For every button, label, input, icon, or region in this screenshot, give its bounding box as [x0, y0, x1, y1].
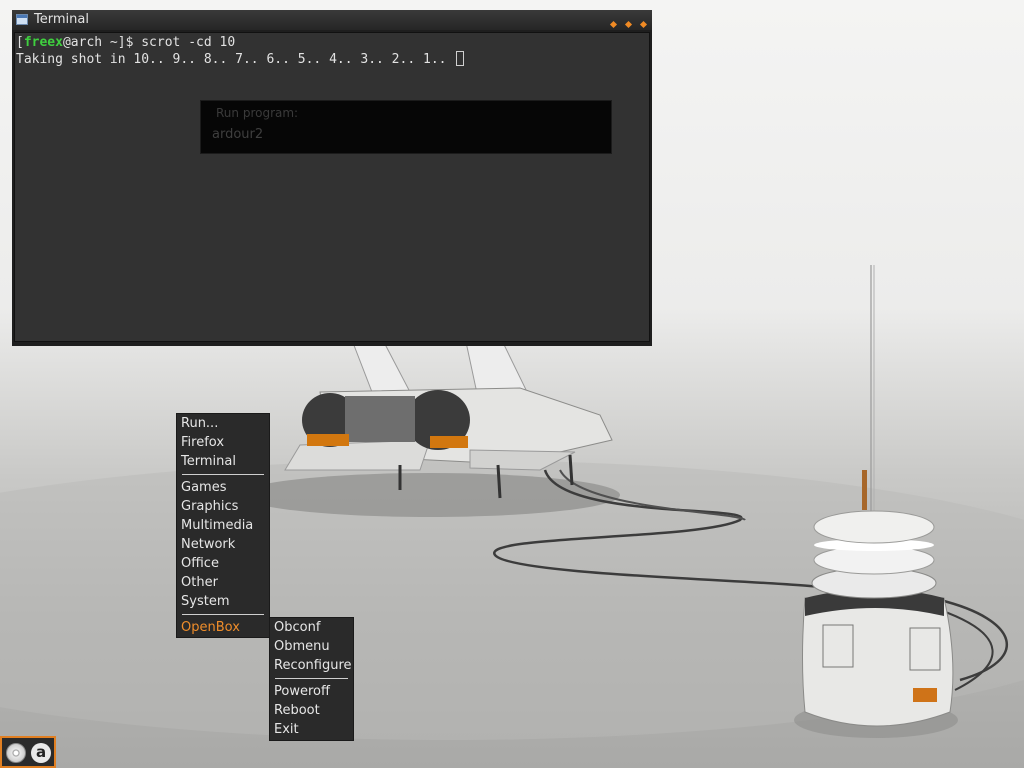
menu-item-graphics[interactable]: Graphics	[181, 497, 238, 516]
menu-item-games[interactable]: Games	[181, 478, 226, 497]
maximize-button[interactable]	[624, 20, 633, 29]
desktop[interactable]: Terminal [freex@arch ~]$ scrot -cd 10 Ta…	[0, 0, 1024, 768]
menu-item-poweroff[interactable]: Poweroff	[274, 682, 330, 701]
close-button[interactable]	[639, 20, 648, 29]
menu-item-reboot[interactable]: Reboot	[274, 701, 320, 720]
menu-item-terminal[interactable]: Terminal	[181, 452, 236, 471]
run-program-label: Run program:	[216, 106, 299, 120]
prompt-command: @arch ~]$ scrot -cd 10	[62, 35, 236, 50]
menu-item-firefox[interactable]: Firefox	[181, 433, 224, 452]
menu-separator	[182, 614, 264, 615]
menu-item-openbox[interactable]: OpenBox	[181, 618, 240, 637]
prompt-user: freex	[23, 35, 63, 50]
terminal-titlebar[interactable]: Terminal	[12, 10, 652, 30]
text-cursor	[456, 51, 465, 66]
menu-separator	[275, 678, 348, 679]
menu-item-reconfigure[interactable]: Reconfigure	[274, 656, 352, 675]
menu-item-multimedia[interactable]: Multimedia	[181, 516, 253, 535]
openbox-submenu: Obconf Obmenu Reconfigure Poweroff Reboo…	[269, 617, 354, 741]
dock: a	[0, 736, 56, 768]
openbox-root-menu: Run... Firefox Terminal Games Graphics M…	[176, 413, 270, 638]
command-line: [freex@arch ~]$ scrot -cd 10	[16, 34, 649, 51]
prompt-bracket: [	[16, 35, 24, 50]
disc-icon[interactable]	[6, 743, 26, 763]
arch-linux-icon[interactable]: a	[31, 743, 51, 763]
window-controls	[601, 14, 648, 29]
menu-item-exit[interactable]: Exit	[274, 720, 299, 739]
menu-item-obmenu[interactable]: Obmenu	[274, 637, 330, 656]
window-title: Terminal	[34, 12, 89, 27]
countdown-text: Taking shot in 10.. 9.. 8.. 7.. 6.. 5.. …	[16, 52, 455, 67]
menu-item-run[interactable]: Run...	[181, 414, 218, 433]
output-line: Taking shot in 10.. 9.. 8.. 7.. 6.. 5.. …	[16, 51, 649, 68]
menu-item-network[interactable]: Network	[181, 535, 235, 554]
menu-item-other[interactable]: Other	[181, 573, 218, 592]
terminal-window-icon	[16, 14, 28, 25]
menu-item-system[interactable]: System	[181, 592, 229, 611]
menu-item-office[interactable]: Office	[181, 554, 219, 573]
terminal-output[interactable]: [freex@arch ~]$ scrot -cd 10 Taking shot…	[14, 32, 650, 342]
menu-item-obconf[interactable]: Obconf	[274, 618, 320, 637]
iconify-button[interactable]	[609, 20, 618, 29]
menu-separator	[182, 474, 264, 475]
terminal-window[interactable]: Terminal [freex@arch ~]$ scrot -cd 10 Ta…	[12, 10, 652, 346]
run-program-dialog[interactable]: Run program:	[200, 100, 612, 154]
run-program-input[interactable]	[212, 127, 592, 142]
